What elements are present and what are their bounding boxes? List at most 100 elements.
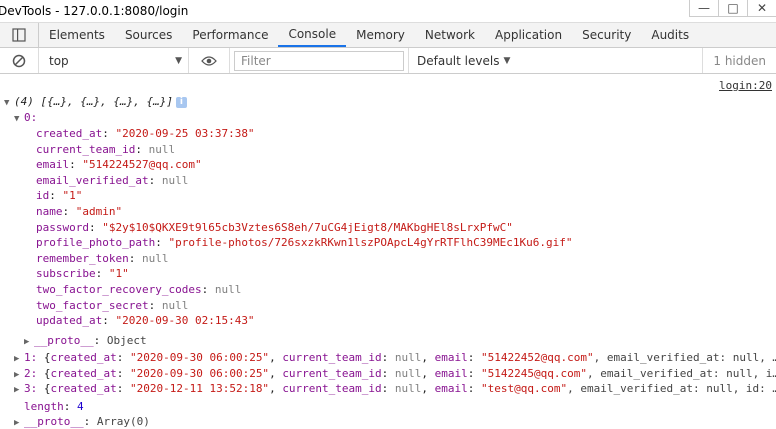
- source-link[interactable]: login:20: [719, 79, 772, 92]
- field-row: current_team_id: null: [36, 142, 176, 156]
- field-key: current_team_id: [36, 142, 136, 156]
- field-row: two_factor_recovery_codes: null: [36, 283, 242, 296]
- tab-elements[interactable]: Elements: [39, 23, 115, 47]
- expand-triangle-icon[interactable]: ▶: [14, 416, 24, 429]
- log-levels-dropdown[interactable]: Default levels ▼: [408, 48, 518, 73]
- field-key: password: [36, 220, 89, 234]
- field-row: created_at: "2020-09-25 03:37:38": [36, 127, 255, 140]
- expand-triangle-icon[interactable]: ▶: [14, 368, 24, 381]
- field-value: null: [161, 173, 189, 187]
- length-value: 4: [77, 400, 84, 413]
- field-key: created_at: [36, 127, 103, 140]
- tab-audits[interactable]: Audits: [641, 23, 699, 47]
- proto-value: Object: [106, 334, 147, 347]
- length-key: length: [24, 400, 64, 413]
- device-toolbar-icon: [12, 28, 26, 42]
- proto-object-row[interactable]: ▶ __proto__: Object: [24, 333, 776, 348]
- console-toolbar: top ▼ Filter Default levels ▼ 1 hidden: [0, 48, 776, 74]
- field-value: "profile-photos/726sxzkRKwn1lszPOApcL4gY…: [168, 236, 573, 250]
- field-row: subscribe: "1": [36, 267, 129, 281]
- levels-label: Default levels: [417, 53, 500, 68]
- row-tail: , email_verified_at: null, …: [593, 351, 776, 364]
- field-key: two_factor_recovery_codes: [36, 283, 202, 296]
- proto-value: Array(0): [96, 415, 150, 428]
- tab-performance[interactable]: Performance: [182, 23, 278, 47]
- collapsed-item-row[interactable]: ▶ 3: {created_at: "2020-12-11 13:52:18", …: [14, 381, 776, 396]
- collapsed-item-row[interactable]: ▶ 2: {created_at: "2020-09-30 06:00:25", …: [14, 366, 776, 381]
- context-value: top: [49, 53, 69, 68]
- filter-input[interactable]: Filter: [234, 50, 404, 71]
- field-key: remember_token: [36, 251, 129, 265]
- field-row: two_factor_secret: null: [36, 298, 189, 312]
- expand-triangle-icon[interactable]: ▶: [14, 383, 24, 396]
- field-value: null: [141, 251, 169, 265]
- tab-network[interactable]: Network: [415, 23, 485, 47]
- row-tail: , email_verified_at: null, i…: [587, 366, 776, 380]
- item-index: 1: [24, 351, 31, 364]
- email-value: "5142245@qq.com": [481, 366, 587, 380]
- hidden-count: 1 hidden: [702, 48, 776, 73]
- field-row: name: "admin": [36, 205, 123, 218]
- field-value: "2020-09-30 02:15:43": [115, 314, 255, 328]
- field-value: "admin": [75, 205, 123, 218]
- item-index: 2: [24, 366, 31, 380]
- expand-triangle-icon[interactable]: ▶: [24, 335, 34, 348]
- field-row: email_verified_at: null: [36, 173, 189, 187]
- array-summary-row[interactable]: ▼ (4) [{…}, {…}, {…}, {…}] i: [4, 94, 776, 109]
- devtools-tabbar: Elements Sources Performance Console Mem…: [0, 22, 776, 48]
- window-controls: — □ ✕: [689, 0, 776, 17]
- proto-array-row[interactable]: ▶ __proto__: Array(0): [14, 414, 776, 429]
- dropdown-arrow-icon: ▼: [175, 55, 182, 66]
- field-row: id: "1": [36, 189, 83, 203]
- field-key: email: [36, 158, 70, 172]
- info-icon: i: [175, 96, 187, 108]
- field-row: password: "$2y$10$QKXE9t9l65cb3Vztes6S8e…: [36, 220, 513, 234]
- context-selector[interactable]: top ▼: [39, 48, 189, 73]
- field-key: email_verified_at: [36, 173, 149, 187]
- field-key: subscribe: [36, 267, 96, 281]
- field-value: "2020-09-25 03:37:38": [115, 127, 255, 140]
- field-value: "514224527@qq.com": [82, 158, 202, 172]
- field-row: updated_at: "2020-09-30 02:15:43": [36, 314, 255, 328]
- tab-security[interactable]: Security: [572, 23, 641, 47]
- expand-triangle-icon[interactable]: ▶: [14, 352, 24, 365]
- field-row: email: "514224527@qq.com": [36, 158, 202, 172]
- length-row: length: 4: [24, 400, 84, 413]
- eye-icon: [201, 55, 217, 66]
- field-value: null: [148, 142, 176, 156]
- row-tail: , email_verified_at: null, id: …: [567, 382, 776, 396]
- clear-icon: [12, 54, 26, 67]
- minimize-button[interactable]: —: [689, 0, 718, 17]
- email-value: "51422452@qq.com": [481, 351, 594, 364]
- close-button[interactable]: ✕: [747, 0, 776, 17]
- email-value: "test@qq.com": [481, 382, 568, 396]
- expand-triangle-icon[interactable]: ▼: [14, 112, 24, 125]
- console-output: login:20 ▼ (4) [{…}, {…}, {…}, {…}] i ▼ 0: …: [0, 74, 776, 428]
- proto-key: __proto__: [34, 334, 94, 347]
- live-expression-button[interactable]: [189, 48, 230, 73]
- field-value: null: [214, 283, 242, 296]
- collapsed-item-row[interactable]: ▶ 1: {created_at: "2020-09-30 06:00:25", …: [14, 350, 776, 365]
- field-row: remember_token: null: [36, 251, 169, 265]
- field-key: name: [36, 205, 63, 218]
- item-0-row[interactable]: ▼ 0:: [14, 110, 776, 125]
- filter-placeholder: Filter: [241, 53, 271, 68]
- created-value: "2020-12-11 13:52:18": [129, 382, 270, 396]
- field-key: two_factor_secret: [36, 298, 149, 312]
- tab-memory[interactable]: Memory: [346, 23, 415, 47]
- inspect-device-toggle[interactable]: [0, 23, 39, 47]
- maximize-button[interactable]: □: [718, 0, 747, 17]
- tab-sources[interactable]: Sources: [115, 23, 182, 47]
- expand-triangle-icon[interactable]: ▼: [4, 96, 14, 109]
- item-index: 3: [24, 382, 31, 396]
- tab-application[interactable]: Application: [485, 23, 572, 47]
- tab-console[interactable]: Console: [278, 23, 347, 47]
- field-value: "1": [62, 189, 83, 203]
- field-value: "1": [108, 267, 129, 281]
- field-key: profile_photo_path: [36, 236, 156, 250]
- field-key: updated_at: [36, 314, 103, 328]
- clear-console-button[interactable]: [0, 48, 39, 73]
- proto-key: __proto__: [24, 415, 84, 428]
- item-key: 0:: [24, 111, 38, 124]
- field-row: profile_photo_path: "profile-photos/726s…: [36, 236, 573, 250]
